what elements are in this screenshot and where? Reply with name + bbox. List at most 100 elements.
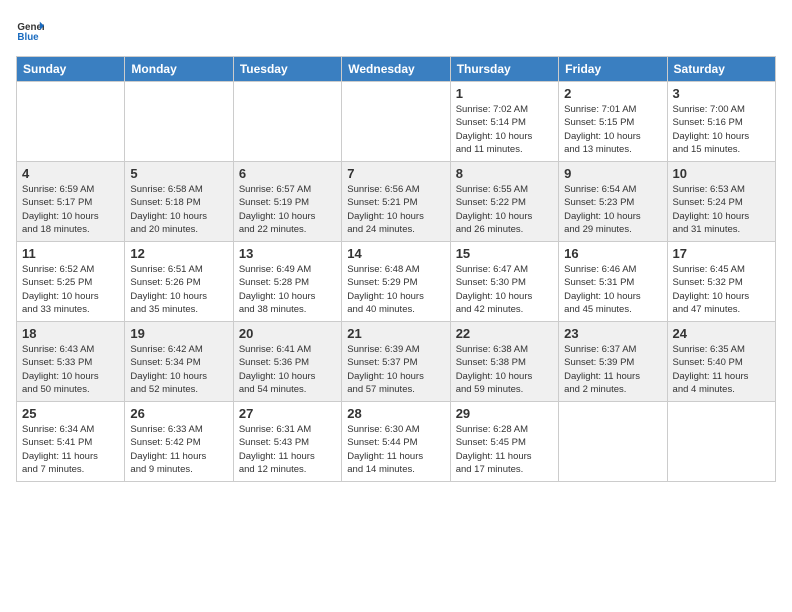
day-info: Sunrise: 6:28 AM Sunset: 5:45 PM Dayligh…	[456, 423, 553, 476]
calendar-cell: 15 Sunrise: 6:47 AM Sunset: 5:30 PM Dayli…	[450, 242, 558, 322]
calendar-cell: 18 Sunrise: 6:43 AM Sunset: 5:33 PM Dayli…	[17, 322, 125, 402]
day-number: 29	[456, 406, 553, 421]
calendar-cell: 6 Sunrise: 6:57 AM Sunset: 5:19 PM Daylig…	[233, 162, 341, 242]
calendar-cell: 14Sunrise: 6:48 AM Sunset: 5:29 PM Dayli…	[342, 242, 450, 322]
calendar-cell: 16 Sunrise: 6:46 AM Sunset: 5:31 PM Dayli…	[559, 242, 667, 322]
calendar-week-4: 18 Sunrise: 6:43 AM Sunset: 5:33 PM Dayli…	[17, 322, 776, 402]
day-number: 11	[22, 246, 119, 261]
calendar-cell	[233, 82, 341, 162]
weekday-header-tuesday: Tuesday	[233, 57, 341, 82]
day-info: Sunrise: 6:33 AM Sunset: 5:42 PM Dayligh…	[130, 423, 227, 476]
day-info: Sunrise: 7:01 AM Sunset: 5:15 PM Dayligh…	[564, 103, 661, 156]
day-info: Sunrise: 6:48 AM Sunset: 5:29 PM Dayligh…	[347, 263, 444, 316]
calendar-week-2: 4Sunrise: 6:59 AM Sunset: 5:17 PM Daylig…	[17, 162, 776, 242]
calendar-cell: 21 Sunrise: 6:39 AM Sunset: 5:37 PM Dayli…	[342, 322, 450, 402]
day-number: 3	[673, 86, 770, 101]
day-info: Sunrise: 6:56 AM Sunset: 5:21 PM Dayligh…	[347, 183, 444, 236]
day-info: Sunrise: 6:39 AM Sunset: 5:37 PM Dayligh…	[347, 343, 444, 396]
calendar-cell: 29 Sunrise: 6:28 AM Sunset: 5:45 PM Dayli…	[450, 402, 558, 482]
day-info: Sunrise: 6:57 AM Sunset: 5:19 PM Dayligh…	[239, 183, 336, 236]
weekday-header-saturday: Saturday	[667, 57, 775, 82]
weekday-header-monday: Monday	[125, 57, 233, 82]
calendar-cell: 4Sunrise: 6:59 AM Sunset: 5:17 PM Daylig…	[17, 162, 125, 242]
day-info: Sunrise: 6:38 AM Sunset: 5:38 PM Dayligh…	[456, 343, 553, 396]
day-number: 21	[347, 326, 444, 341]
day-number: 18	[22, 326, 119, 341]
calendar-cell: 19 Sunrise: 6:42 AM Sunset: 5:34 PM Dayli…	[125, 322, 233, 402]
calendar-cell: 8 Sunrise: 6:55 AM Sunset: 5:22 PM Daylig…	[450, 162, 558, 242]
weekday-header-wednesday: Wednesday	[342, 57, 450, 82]
weekday-header-thursday: Thursday	[450, 57, 558, 82]
day-number: 20	[239, 326, 336, 341]
calendar-cell: 7 Sunrise: 6:56 AM Sunset: 5:21 PM Daylig…	[342, 162, 450, 242]
calendar-cell	[17, 82, 125, 162]
day-number: 27	[239, 406, 336, 421]
calendar-cell	[125, 82, 233, 162]
day-info: Sunrise: 6:46 AM Sunset: 5:31 PM Dayligh…	[564, 263, 661, 316]
day-number: 2	[564, 86, 661, 101]
day-info: Sunrise: 6:42 AM Sunset: 5:34 PM Dayligh…	[130, 343, 227, 396]
day-number: 17	[673, 246, 770, 261]
day-number: 10	[673, 166, 770, 181]
calendar-cell: 10 Sunrise: 6:53 AM Sunset: 5:24 PM Dayli…	[667, 162, 775, 242]
day-info: Sunrise: 6:45 AM Sunset: 5:32 PM Dayligh…	[673, 263, 770, 316]
calendar-cell	[342, 82, 450, 162]
day-number: 16	[564, 246, 661, 261]
day-number: 8	[456, 166, 553, 181]
calendar-header-row: SundayMondayTuesdayWednesdayThursdayFrid…	[17, 57, 776, 82]
calendar-cell: 28 Sunrise: 6:30 AM Sunset: 5:44 PM Dayli…	[342, 402, 450, 482]
day-info: Sunrise: 6:54 AM Sunset: 5:23 PM Dayligh…	[564, 183, 661, 236]
day-info: Sunrise: 6:37 AM Sunset: 5:39 PM Dayligh…	[564, 343, 661, 396]
day-info: Sunrise: 6:52 AM Sunset: 5:25 PM Dayligh…	[22, 263, 119, 316]
calendar-week-1: 1 Sunrise: 7:02 AM Sunset: 5:14 PM Daylig…	[17, 82, 776, 162]
calendar-cell: 13Sunrise: 6:49 AM Sunset: 5:28 PM Dayli…	[233, 242, 341, 322]
day-info: Sunrise: 6:41 AM Sunset: 5:36 PM Dayligh…	[239, 343, 336, 396]
calendar-cell: 3 Sunrise: 7:00 AM Sunset: 5:16 PM Daylig…	[667, 82, 775, 162]
day-number: 1	[456, 86, 553, 101]
day-number: 26	[130, 406, 227, 421]
calendar-cell: 22 Sunrise: 6:38 AM Sunset: 5:38 PM Dayli…	[450, 322, 558, 402]
calendar-table: SundayMondayTuesdayWednesdayThursdayFrid…	[16, 56, 776, 482]
day-info: Sunrise: 6:47 AM Sunset: 5:30 PM Dayligh…	[456, 263, 553, 316]
day-number: 19	[130, 326, 227, 341]
day-number: 15	[456, 246, 553, 261]
weekday-header-friday: Friday	[559, 57, 667, 82]
day-info: Sunrise: 7:02 AM Sunset: 5:14 PM Dayligh…	[456, 103, 553, 156]
calendar-cell: 11 Sunrise: 6:52 AM Sunset: 5:25 PM Dayli…	[17, 242, 125, 322]
day-number: 25	[22, 406, 119, 421]
day-info: Sunrise: 6:55 AM Sunset: 5:22 PM Dayligh…	[456, 183, 553, 236]
day-number: 23	[564, 326, 661, 341]
day-info: Sunrise: 6:35 AM Sunset: 5:40 PM Dayligh…	[673, 343, 770, 396]
day-info: Sunrise: 6:49 AM Sunset: 5:28 PM Dayligh…	[239, 263, 336, 316]
calendar-cell	[559, 402, 667, 482]
calendar-cell: 5Sunrise: 6:58 AM Sunset: 5:18 PM Daylig…	[125, 162, 233, 242]
day-info: Sunrise: 6:51 AM Sunset: 5:26 PM Dayligh…	[130, 263, 227, 316]
calendar-cell: 26 Sunrise: 6:33 AM Sunset: 5:42 PM Dayli…	[125, 402, 233, 482]
day-number: 28	[347, 406, 444, 421]
calendar-cell: 20 Sunrise: 6:41 AM Sunset: 5:36 PM Dayli…	[233, 322, 341, 402]
calendar-cell: 1 Sunrise: 7:02 AM Sunset: 5:14 PM Daylig…	[450, 82, 558, 162]
day-number: 22	[456, 326, 553, 341]
calendar-cell	[667, 402, 775, 482]
day-info: Sunrise: 6:31 AM Sunset: 5:43 PM Dayligh…	[239, 423, 336, 476]
logo: General Blue	[16, 16, 48, 44]
calendar-cell: 23 Sunrise: 6:37 AM Sunset: 5:39 PM Dayli…	[559, 322, 667, 402]
day-info: Sunrise: 6:53 AM Sunset: 5:24 PM Dayligh…	[673, 183, 770, 236]
day-number: 7	[347, 166, 444, 181]
day-info: Sunrise: 6:43 AM Sunset: 5:33 PM Dayligh…	[22, 343, 119, 396]
day-info: Sunrise: 6:59 AM Sunset: 5:17 PM Dayligh…	[22, 183, 119, 236]
calendar-week-5: 25Sunrise: 6:34 AM Sunset: 5:41 PM Dayli…	[17, 402, 776, 482]
day-number: 9	[564, 166, 661, 181]
calendar-cell: 9 Sunrise: 6:54 AM Sunset: 5:23 PM Daylig…	[559, 162, 667, 242]
calendar-cell: 17 Sunrise: 6:45 AM Sunset: 5:32 PM Dayli…	[667, 242, 775, 322]
calendar-cell: 27 Sunrise: 6:31 AM Sunset: 5:43 PM Dayli…	[233, 402, 341, 482]
day-number: 12	[130, 246, 227, 261]
weekday-header-sunday: Sunday	[17, 57, 125, 82]
page-header: General Blue	[16, 16, 776, 44]
day-number: 5	[130, 166, 227, 181]
day-number: 6	[239, 166, 336, 181]
day-info: Sunrise: 6:30 AM Sunset: 5:44 PM Dayligh…	[347, 423, 444, 476]
day-info: Sunrise: 7:00 AM Sunset: 5:16 PM Dayligh…	[673, 103, 770, 156]
calendar-cell: 2 Sunrise: 7:01 AM Sunset: 5:15 PM Daylig…	[559, 82, 667, 162]
svg-text:Blue: Blue	[17, 32, 39, 43]
